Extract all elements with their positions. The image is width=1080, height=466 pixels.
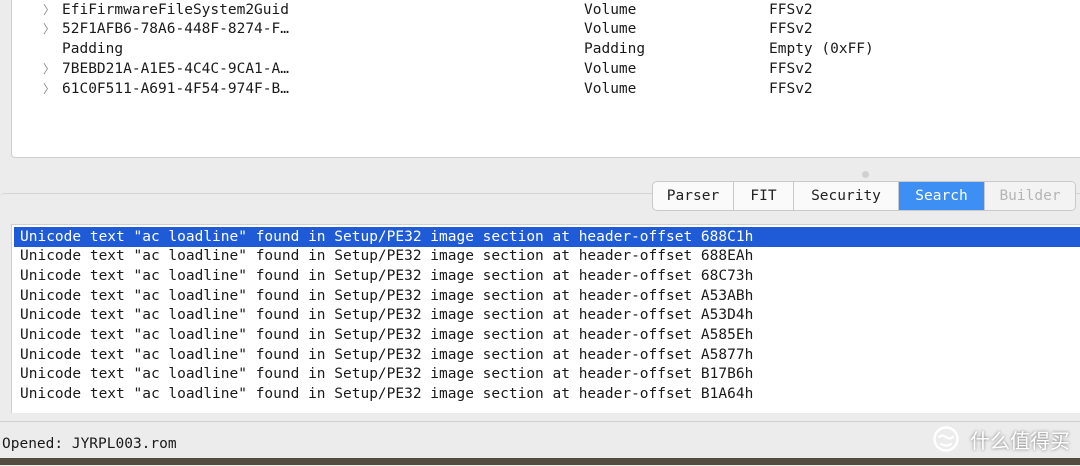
status-text: Opened: JYRPL003.rom — [2, 436, 177, 452]
tree-item-name: 7BEBD21A-A1E5-4C4C-9CA1-A… — [62, 61, 289, 77]
tree-item-type: Volume — [584, 2, 637, 18]
list-item[interactable]: Unicode text "ac loadline" found in Setu… — [14, 364, 1080, 384]
tree-item-name: EfiFirmwareFileSystem2Guid — [62, 2, 289, 18]
chevron-right-icon[interactable]: 〉 — [43, 19, 55, 39]
tree-item-subtype: FFSv2 — [769, 21, 813, 37]
tree-item-type: Volume — [584, 61, 637, 77]
tree-row[interactable]: 〉 7BEBD21A-A1E5-4C4C-9CA1-A… Volume FFSv… — [12, 59, 1080, 79]
chevron-right-icon[interactable]: 〉 — [43, 0, 55, 20]
tree-item-subtype: FFSv2 — [769, 61, 813, 77]
tree-item-subtype: FFSv2 — [769, 81, 813, 97]
tree-item-subtype: Empty (0xFF) — [769, 41, 874, 57]
list-item[interactable]: Unicode text "ac loadline" found in Setu… — [14, 266, 1080, 286]
tree-item-type: Padding — [584, 41, 646, 57]
list-item[interactable]: Unicode text "ac loadline" found in Setu… — [14, 305, 1080, 325]
tree-row[interactable]: 〉 52F1AFB6-78A6-448F-8274-F… Volume FFSv… — [12, 19, 1080, 39]
list-item[interactable]: Unicode text "ac loadline" found in Setu… — [14, 286, 1080, 306]
tree-item-name: Padding — [62, 41, 124, 57]
tab-parser[interactable]: Parser — [653, 182, 734, 210]
list-item[interactable]: Unicode text "ac loadline" found in Setu… — [14, 345, 1080, 365]
structure-tree[interactable]: 〉 EfiFirmwareFileSystem2Guid Volume FFSv… — [11, 0, 1080, 158]
smzdm-logo-icon — [933, 426, 959, 452]
tree-row[interactable]: Padding Padding Empty (0xFF) — [12, 39, 1080, 59]
tab-fit[interactable]: FIT — [734, 182, 794, 210]
chevron-right-icon[interactable]: 〉 — [43, 59, 55, 79]
tab-builder: Builder — [985, 182, 1075, 210]
list-item[interactable]: Unicode text "ac loadline" found in Setu… — [14, 246, 1080, 266]
watermark-text: 什么值得买 — [970, 428, 1070, 453]
search-results-list[interactable]: Unicode text "ac loadline" found in Setu… — [11, 224, 1080, 413]
tree-item-subtype: FFSv2 — [769, 2, 813, 18]
window-edge-strip — [0, 458, 1080, 465]
tree-row[interactable]: 〉 EfiFirmwareFileSystem2Guid Volume FFSv… — [12, 0, 1080, 20]
tab-bar: Parser FIT Security Search Builder — [652, 181, 1076, 211]
tree-item-type: Volume — [584, 81, 637, 97]
tree-item-type: Volume — [584, 21, 637, 37]
tab-security[interactable]: Security — [794, 182, 899, 210]
watermark: 什么值得买 — [930, 424, 1070, 454]
list-item[interactable]: Unicode text "ac loadline" found in Setu… — [14, 227, 1080, 247]
tree-row[interactable]: 〉 61C0F511-A691-4F54-974F-B… Volume FFSv… — [12, 79, 1080, 99]
tree-item-name: 52F1AFB6-78A6-448F-8274-F… — [62, 21, 289, 37]
tab-search[interactable]: Search — [899, 182, 985, 210]
tree-item-name: 61C0F511-A691-4F54-974F-B… — [62, 81, 289, 97]
splitter-handle[interactable] — [862, 171, 869, 178]
list-item[interactable]: Unicode text "ac loadline" found in Setu… — [14, 384, 1080, 404]
list-item[interactable]: Unicode text "ac loadline" found in Setu… — [14, 325, 1080, 345]
chevron-right-icon[interactable]: 〉 — [43, 79, 55, 99]
